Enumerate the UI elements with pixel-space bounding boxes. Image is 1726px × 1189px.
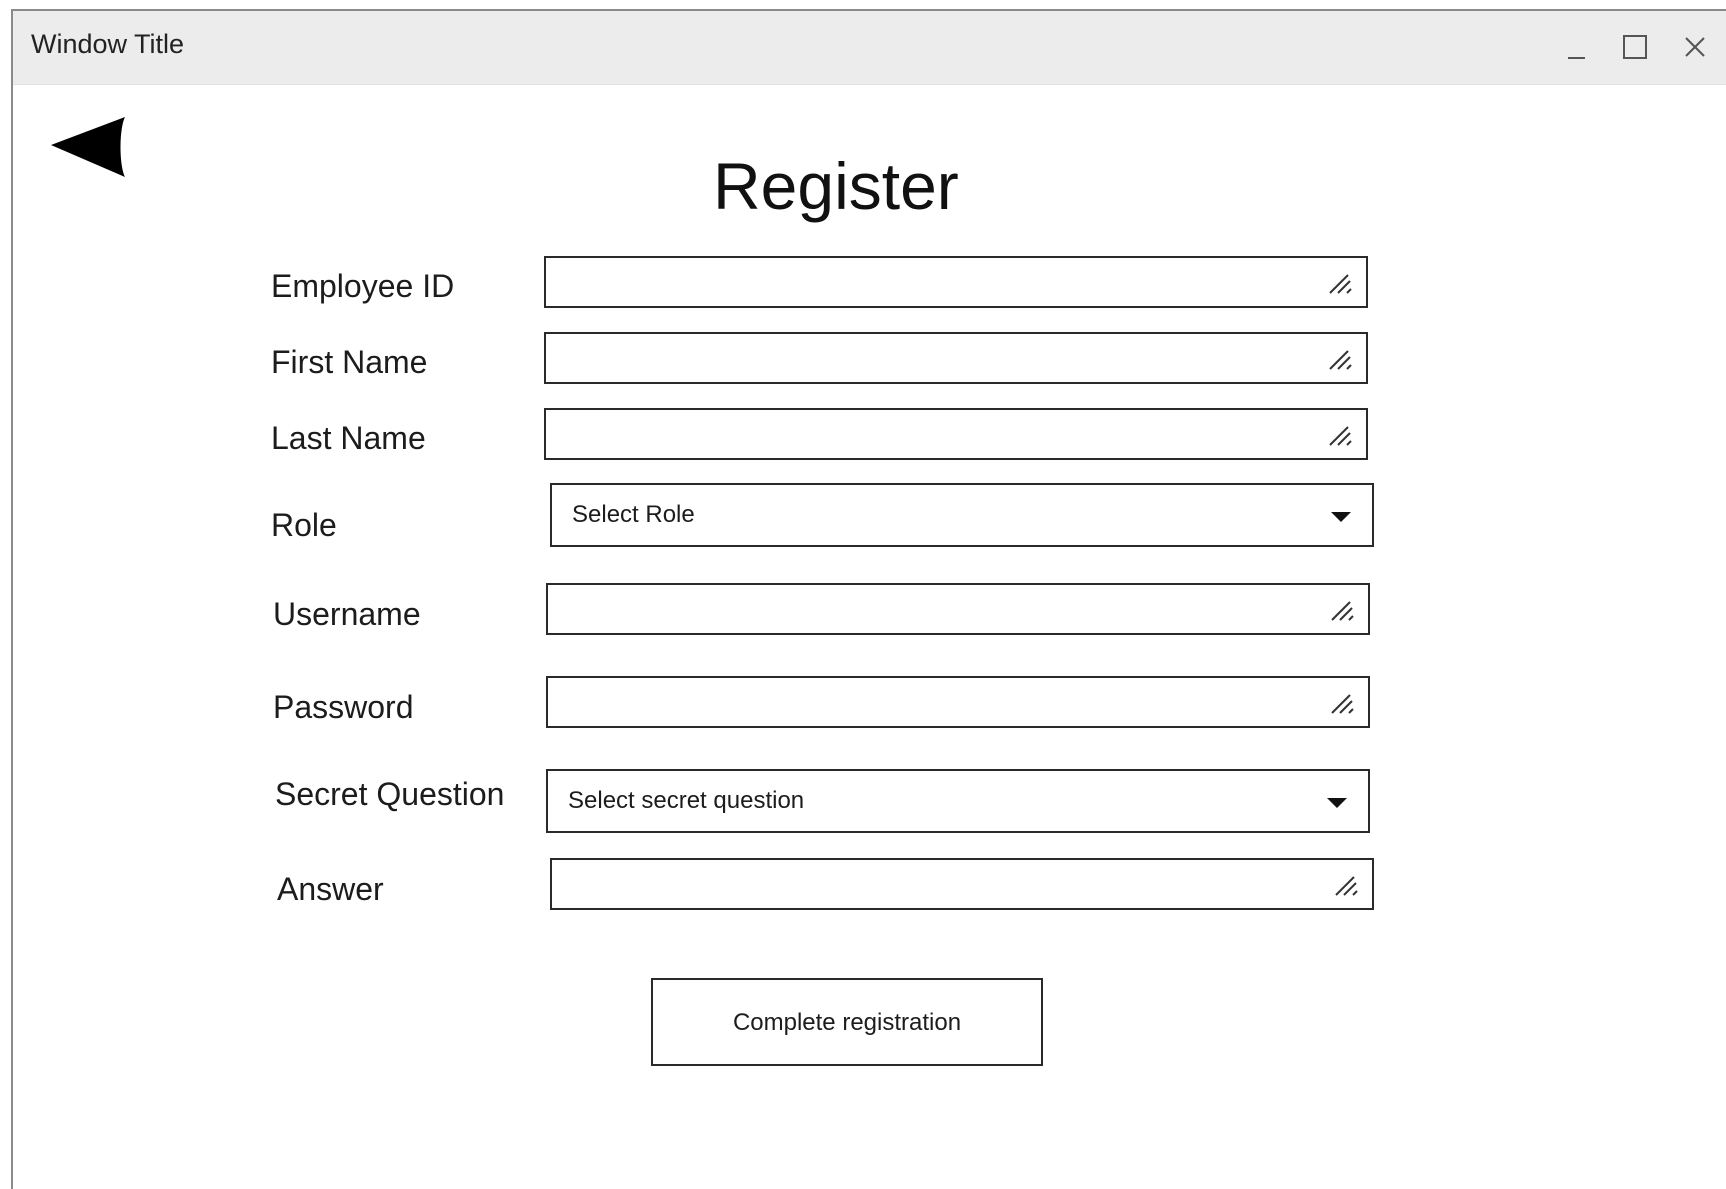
employee-id-input[interactable] xyxy=(546,258,1358,306)
first-name-field[interactable] xyxy=(544,332,1368,384)
role-select[interactable]: Select Role xyxy=(550,483,1374,547)
minimize-button[interactable] xyxy=(1554,25,1600,71)
complete-registration-button[interactable]: Complete registration xyxy=(651,978,1043,1066)
username-label: Username xyxy=(273,596,421,632)
resize-grip-icon xyxy=(1329,426,1352,446)
answer-label: Answer xyxy=(277,871,384,907)
first-name-label: First Name xyxy=(271,344,428,380)
employee-id-field[interactable] xyxy=(544,256,1368,308)
close-icon xyxy=(1685,37,1705,57)
secret-question-label: Secret Question xyxy=(275,776,505,812)
chevron-down-icon xyxy=(1327,798,1347,808)
answer-field[interactable] xyxy=(550,858,1374,910)
last-name-label: Last Name xyxy=(271,420,426,456)
resize-grip-icon xyxy=(1331,601,1354,621)
window-title: Window Title xyxy=(31,29,185,59)
last-name-field[interactable] xyxy=(544,408,1368,460)
maximize-button[interactable] xyxy=(1613,25,1659,71)
answer-input[interactable] xyxy=(552,860,1364,908)
back-button[interactable] xyxy=(51,115,129,179)
secret-question-select-value: Select secret question xyxy=(568,787,805,814)
password-input[interactable] xyxy=(548,678,1360,726)
last-name-input[interactable] xyxy=(546,410,1358,458)
password-field[interactable] xyxy=(546,676,1370,728)
password-label: Password xyxy=(273,689,414,725)
resize-grip-icon xyxy=(1331,694,1354,714)
resize-grip-icon xyxy=(1329,350,1352,370)
maximize-icon xyxy=(1623,35,1647,59)
chevron-down-icon xyxy=(1331,512,1351,522)
employee-id-label: Employee ID xyxy=(271,268,455,304)
first-name-input[interactable] xyxy=(546,334,1358,382)
close-button[interactable] xyxy=(1673,25,1719,71)
back-arrow-icon xyxy=(51,117,125,177)
title-bar: Window Title xyxy=(13,11,1726,85)
role-select-value: Select Role xyxy=(572,501,695,528)
minimize-icon xyxy=(1568,57,1585,59)
resize-grip-icon xyxy=(1329,274,1352,294)
secret-question-select[interactable]: Select secret question xyxy=(546,769,1370,833)
resize-grip-icon xyxy=(1335,876,1358,896)
username-input[interactable] xyxy=(548,585,1360,633)
page-title: Register xyxy=(713,149,959,223)
role-label: Role xyxy=(271,507,337,543)
app-window: Window Title Register Employee ID First … xyxy=(11,9,1726,1189)
username-field[interactable] xyxy=(546,583,1370,635)
